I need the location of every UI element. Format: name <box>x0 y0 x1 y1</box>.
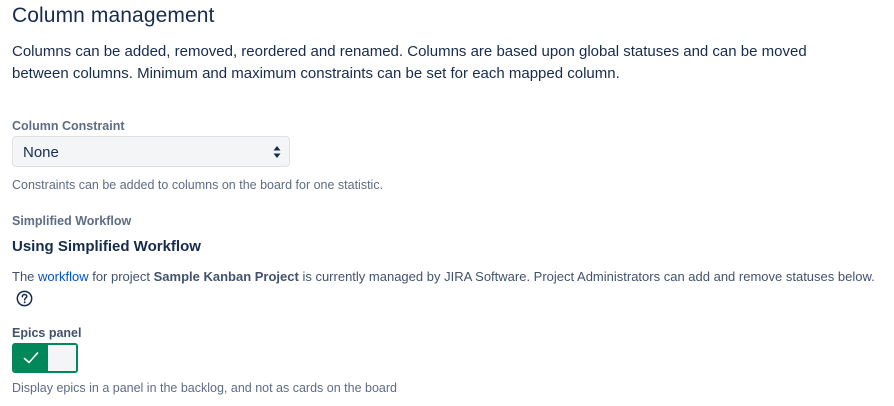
intro-line-2: between columns. Minimum and maximum con… <box>12 65 620 82</box>
intro-text: Columns can be added, removed, reordered… <box>12 41 894 85</box>
epics-panel-label: Epics panel <box>12 326 82 340</box>
simplified-workflow-heading: Using Simplified Workflow <box>12 238 201 255</box>
simplified-workflow-label: Simplified Workflow <box>12 214 132 228</box>
epics-panel-toggle[interactable] <box>12 343 78 373</box>
epics-panel-help: Display epics in a panel in the backlog,… <box>12 381 397 395</box>
select-arrows-icon <box>273 146 281 158</box>
toggle-on-side <box>14 345 48 371</box>
column-constraint-select[interactable]: None <box>12 136 290 167</box>
intro-line-1: Columns can be added, removed, reordered… <box>12 43 807 60</box>
page-title: Column management <box>12 4 215 27</box>
column-constraint-selected-value: None <box>23 144 59 161</box>
workflow-text-suffix: is currently managed by JIRA Software. P… <box>298 269 875 284</box>
question-circle-icon[interactable] <box>16 290 33 307</box>
workflow-text-prefix: The <box>12 269 39 284</box>
column-constraint-help: Constraints can be added to columns on t… <box>12 178 384 192</box>
check-icon <box>23 352 39 364</box>
workflow-description: The workflow for project Sample Kanban P… <box>12 266 882 310</box>
workflow-text-middle: for project <box>88 269 154 284</box>
project-name: Sample Kanban Project <box>153 269 299 284</box>
workflow-link[interactable]: workflow <box>38 269 89 284</box>
column-constraint-label: Column Constraint <box>12 119 125 133</box>
toggle-knob <box>48 345 76 371</box>
